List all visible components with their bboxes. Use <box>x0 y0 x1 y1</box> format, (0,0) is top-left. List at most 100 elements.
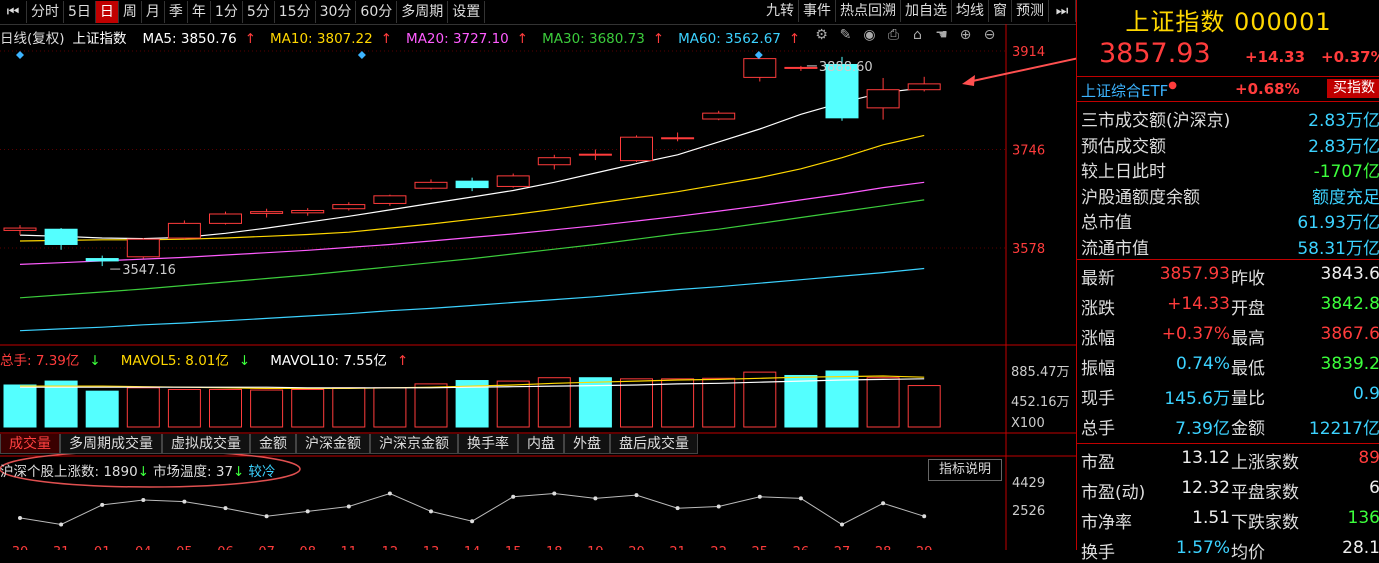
candle[interactable] <box>537 154 571 170</box>
candle[interactable] <box>866 77 900 120</box>
ma-value: MA30: 3680.73 <box>542 31 645 47</box>
candle-body <box>620 136 653 162</box>
indicator-tab[interactable]: 盘后成交量 <box>610 434 698 454</box>
candle[interactable] <box>825 56 859 121</box>
period-tab[interactable]: 1分 <box>211 1 243 23</box>
candle[interactable] <box>702 110 736 121</box>
period-tab[interactable]: 60分 <box>356 1 398 23</box>
date-tick-label: 01 <box>94 545 111 550</box>
quote-label: 涨跌 <box>1081 299 1115 319</box>
lock-icon[interactable]: ⌂ <box>908 27 927 43</box>
toolbar-button[interactable]: 均线 <box>952 0 989 22</box>
indicator-tab[interactable]: 沪深金额 <box>296 434 370 454</box>
candle[interactable] <box>414 179 448 190</box>
toolbar-button[interactable]: 热点回溯 <box>836 0 901 22</box>
toolbar-button[interactable]: 预测 <box>1012 0 1049 22</box>
period-tab[interactable]: 季 <box>165 1 188 23</box>
period-tab[interactable]: 月 <box>142 1 165 23</box>
candle[interactable] <box>250 208 284 218</box>
ma-value: MA10: 3807.22 <box>270 31 373 47</box>
period-tab[interactable]: 日 <box>95 1 119 23</box>
indicator-tab[interactable]: 虚拟成交量 <box>162 434 250 454</box>
ma-value: MA60: 3562.67 <box>678 31 781 47</box>
indicator-tab[interactable]: 金额 <box>250 434 296 454</box>
toolbar-button[interactable]: 加自选 <box>901 0 952 22</box>
candle[interactable] <box>496 173 530 188</box>
candle[interactable] <box>661 132 695 142</box>
candle[interactable] <box>743 58 777 82</box>
indicator-tab[interactable]: 多周期成交量 <box>60 434 162 454</box>
candle[interactable] <box>291 208 325 216</box>
period-tab[interactable]: 5分 <box>243 1 275 23</box>
draw-pen-icon[interactable]: ✎ <box>836 27 855 43</box>
volume-legend-item: MAVOL5: 8.01亿 ↓ <box>121 353 260 369</box>
candle[interactable] <box>455 177 489 192</box>
eye-icon[interactable]: ◉ <box>860 27 879 43</box>
settings-icon[interactable]: ⚙ <box>812 27 831 43</box>
advancers-point <box>634 493 639 498</box>
advancers-point <box>264 514 269 519</box>
period-tab[interactable]: 多周期 <box>397 1 449 23</box>
ma-arrow: ↑ <box>788 31 801 47</box>
buy-index-button[interactable]: 买指数 <box>1327 79 1379 98</box>
zoom-out-icon[interactable]: ⊖ <box>980 27 999 43</box>
candle-body <box>332 204 366 210</box>
period-tab[interactable]: 周 <box>119 1 142 23</box>
step-forward-icon[interactable]: ⏭ <box>1049 0 1076 22</box>
security-name: 上证指数 <box>72 31 127 47</box>
toolbar-button[interactable]: 九转 <box>762 0 799 22</box>
indicator-tab[interactable]: 成交量 <box>0 434 60 454</box>
volume-legend-item: MAVOL10: 7.55亿 ↑ <box>270 353 418 369</box>
volume-legend-item: 总手: 7.39亿 ↓ <box>0 353 111 369</box>
event-diamond-icon <box>754 51 763 59</box>
candle[interactable] <box>209 211 242 225</box>
candle[interactable] <box>620 135 653 162</box>
indicator-tab[interactable]: 内盘 <box>518 434 564 454</box>
candle-body <box>866 89 900 109</box>
period-tab[interactable]: 年 <box>188 1 211 23</box>
candle[interactable] <box>373 194 407 206</box>
toolbar-button[interactable]: 窗 <box>989 0 1012 22</box>
period-tab[interactable]: 15分 <box>275 1 316 23</box>
period-tab[interactable]: 30分 <box>316 1 357 23</box>
indicator-tab[interactable]: 沪深京金额 <box>370 434 458 454</box>
candle[interactable] <box>44 228 78 250</box>
candle[interactable] <box>167 220 201 240</box>
stat-label: 沪股通额度余额 <box>1081 187 1200 208</box>
candle[interactable] <box>126 238 160 259</box>
chart-control-icons: ⚙ ✎ ◉ ⎙ ⌂ ☚ ⊕ ⊖ <box>812 27 999 43</box>
temperature-arrow: ↓ <box>233 464 245 480</box>
toolbar-button[interactable]: 事件 <box>799 0 836 22</box>
indicator-help-button[interactable]: 指标说明 <box>928 459 1002 481</box>
print-icon[interactable]: ⎙ <box>884 27 903 43</box>
period-tab[interactable]: 5日 <box>64 1 96 23</box>
volume-bar <box>373 387 407 428</box>
quote-value: 12.32 <box>1181 478 1230 498</box>
quote-label: 市盈 <box>1081 453 1115 473</box>
candle-body <box>578 153 612 156</box>
etf-link[interactable]: 上证综合ETF● <box>1081 80 1177 101</box>
indicator-tab[interactable]: 换手率 <box>458 434 518 454</box>
quote-label: 最新 <box>1081 269 1115 289</box>
period-tab[interactable]: 分时 <box>27 1 64 23</box>
quote-label: 振幅 <box>1081 359 1115 379</box>
candle[interactable] <box>3 225 37 236</box>
date-tick-label: 27 <box>834 545 851 550</box>
candle[interactable] <box>332 202 366 211</box>
hand-icon[interactable]: ☚ <box>932 27 951 43</box>
advancers-point <box>922 514 927 519</box>
stat-label: 预估成交额 <box>1081 136 1166 157</box>
advancers-point <box>305 509 310 514</box>
ma-legend-item: MA20: 3727.10 ↑ <box>406 31 536 47</box>
candle[interactable] <box>578 149 612 161</box>
candle[interactable] <box>85 255 119 267</box>
quote-row: 市盈(动) 12.32 平盘家数 6 <box>1079 478 1379 503</box>
stat-label: 较上日此时 <box>1081 162 1166 182</box>
period-tab[interactable]: 设置 <box>448 1 486 23</box>
step-back-icon[interactable]: ⏮ <box>0 1 27 23</box>
indicator-tab[interactable]: 外盘 <box>564 434 610 454</box>
candle[interactable] <box>784 65 818 71</box>
volume-arrow: ↓ <box>89 353 101 369</box>
zoom-in-icon[interactable]: ⊕ <box>956 27 975 43</box>
candle[interactable] <box>907 76 941 92</box>
